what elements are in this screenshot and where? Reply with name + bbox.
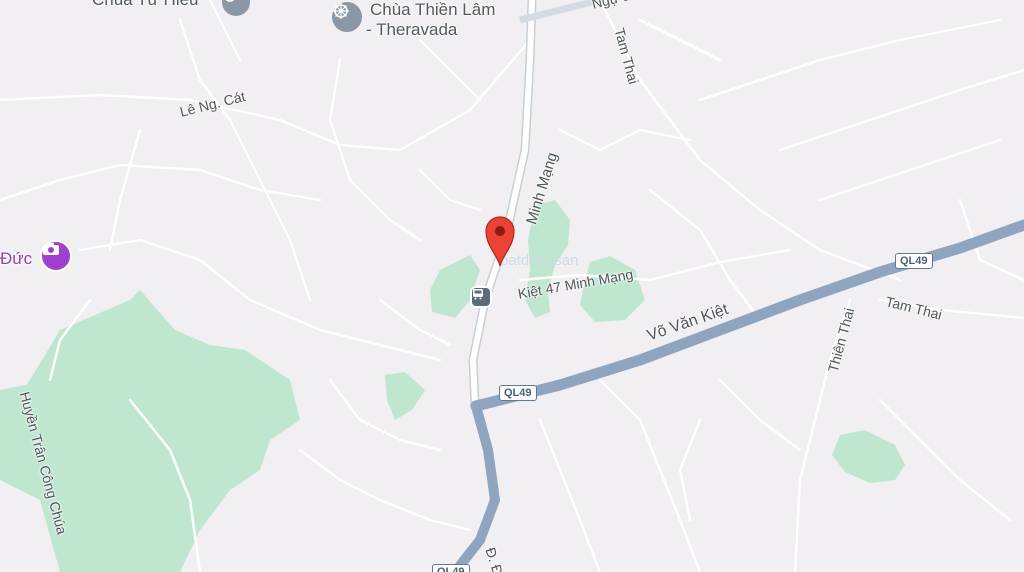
route-shield-ql49-south: QL49 [432,564,470,572]
route-shield-ql49-mid: QL49 [499,385,537,401]
dharma-wheel-icon[interactable] [332,2,362,32]
map-canvas[interactable]: Chùa Từ Hiếu Chùa Thiền Lâm - Theravada … [0,0,1024,572]
route-shield-ql49-east: QL49 [895,253,933,269]
poi-chua-thien-lam-line1[interactable]: Chùa Thiền Lâm [370,0,495,20]
parks [0,200,905,572]
poi-chua-tu-hieu-label[interactable]: Chùa Từ Hiếu [92,0,199,10]
park-small-south [385,372,425,420]
map-base [0,0,1024,572]
park-thien-thai [832,430,905,483]
location-pin-icon[interactable] [482,212,518,268]
park-large-west [0,290,300,572]
poi-duc-label[interactable]: Đức [0,249,32,269]
bus-stop-icon[interactable] [470,286,492,308]
poi-chua-thien-lam-line2[interactable]: - Theravada [366,20,457,40]
minh-mang-road [469,0,535,408]
camera-icon[interactable] [40,240,72,272]
